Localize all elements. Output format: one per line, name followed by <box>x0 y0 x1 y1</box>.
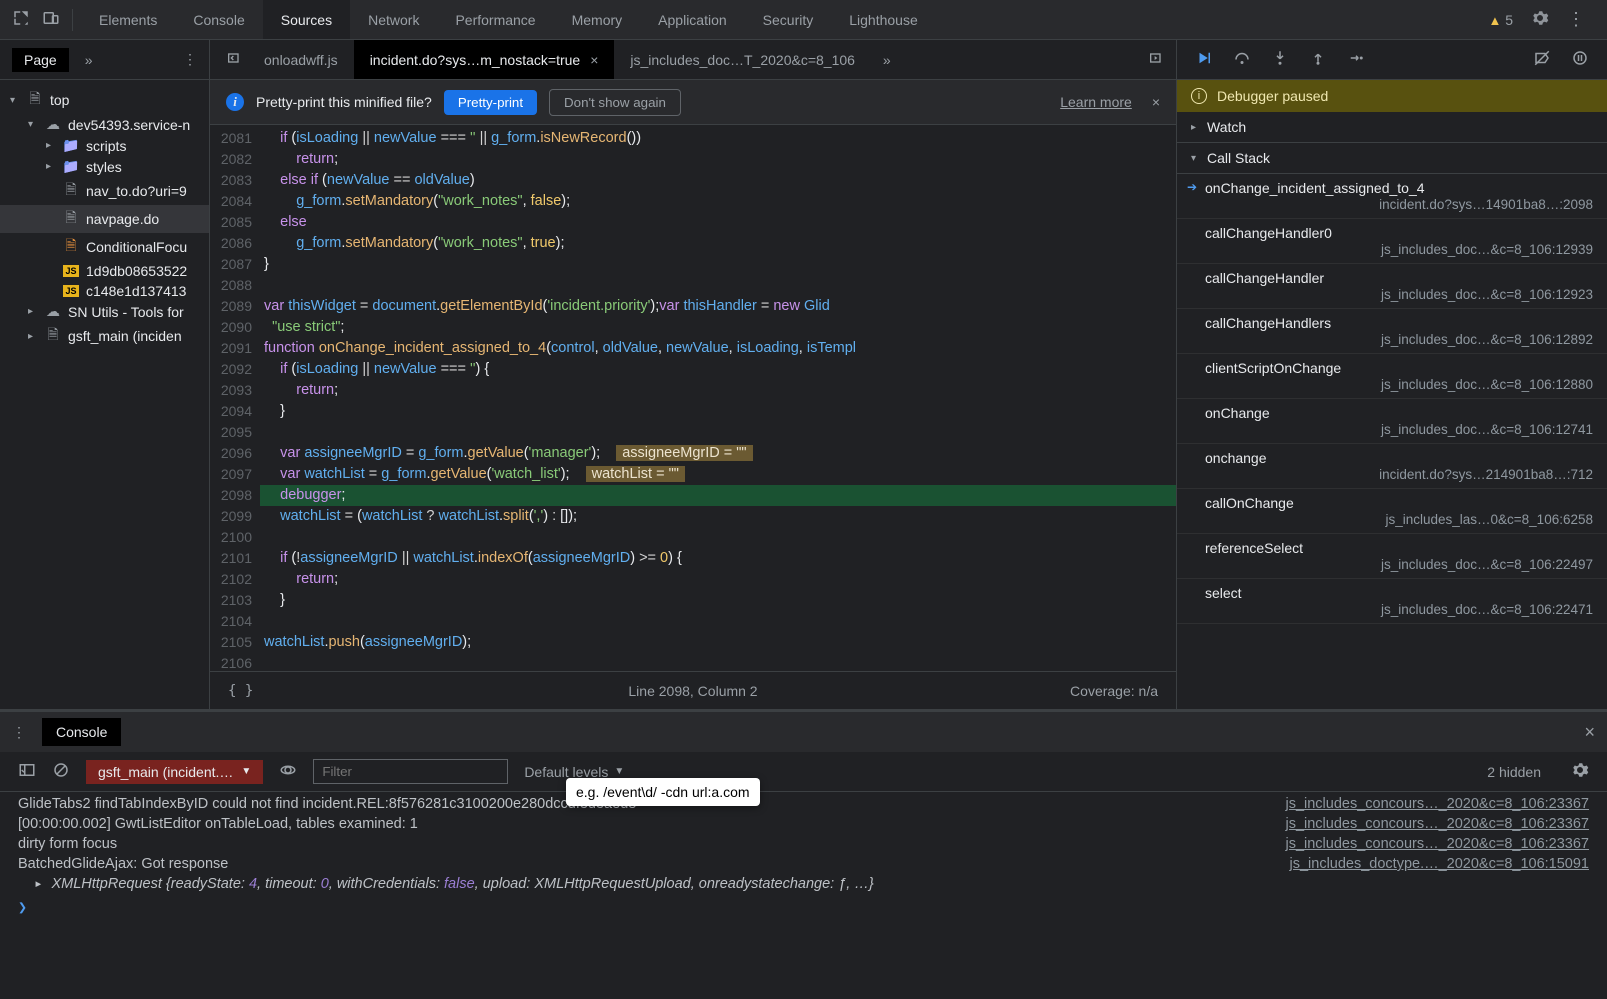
console-log-row[interactable]: dirty form focusjs_includes_concours…_20… <box>0 834 1607 854</box>
navigator-tree[interactable]: ▾top▾dev54393.service-n▸scripts▸stylesna… <box>0 80 210 709</box>
pretty-msg: Pretty-print this minified file? <box>256 94 432 110</box>
live-expression-icon[interactable] <box>279 761 297 782</box>
context-selector[interactable]: gsft_main (incident.… ▼ <box>86 760 263 784</box>
pause-exceptions-icon[interactable] <box>1571 49 1589 70</box>
file-tab[interactable]: onloadwff.js <box>248 40 354 79</box>
tree-item[interactable]: ConditionalFocu <box>0 233 209 261</box>
learn-more-link[interactable]: Learn more <box>1060 94 1132 110</box>
line-gutter[interactable]: 2081208220832084208520862087208820892090… <box>210 125 260 671</box>
nav-back-icon[interactable] <box>226 50 242 69</box>
tree-item[interactable]: 1d9db08653522 <box>0 261 209 281</box>
console-settings-icon[interactable] <box>1571 761 1589 782</box>
panel-tab-lighthouse[interactable]: Lighthouse <box>831 0 936 39</box>
console-filter-input[interactable] <box>313 759 508 784</box>
debugger-sidebar: i Debugger paused ▸Watch ▾Call Stack onC… <box>1177 80 1607 709</box>
device-toggle-icon[interactable] <box>42 9 60 30</box>
panel-tab-memory[interactable]: Memory <box>554 0 641 39</box>
devtools-top-bar: ElementsConsoleSourcesNetworkPerformance… <box>0 0 1607 40</box>
pretty-print-bar: i Pretty-print this minified file? Prett… <box>210 80 1176 125</box>
console-prompt[interactable]: ❯ <box>0 894 1607 920</box>
panel-tab-performance[interactable]: Performance <box>437 0 553 39</box>
console-log-row[interactable]: GlideTabs2 findTabIndexByID could not fi… <box>0 794 1607 814</box>
panel-tab-application[interactable]: Application <box>640 0 745 39</box>
format-icon[interactable]: { } <box>228 683 253 699</box>
stack-frame[interactable]: callChangeHandlersjs_includes_doc…&c=8_1… <box>1177 309 1607 354</box>
stack-frame[interactable]: selectjs_includes_doc…&c=8_106:22471 <box>1177 579 1607 624</box>
resume-icon[interactable] <box>1195 49 1213 70</box>
clear-console-icon[interactable] <box>52 761 70 782</box>
tree-item[interactable]: navpage.do <box>0 205 209 233</box>
stack-frame[interactable]: onChange_incident_assigned_to_4incident.… <box>1177 174 1607 219</box>
stack-frame[interactable]: onChangejs_includes_doc…&c=8_106:12741 <box>1177 399 1607 444</box>
page-tab[interactable]: Page <box>12 48 69 72</box>
coverage-label: Coverage: n/a <box>1070 683 1158 699</box>
tree-item[interactable]: ▾top <box>0 86 209 114</box>
panel-tab-console[interactable]: Console <box>175 0 262 39</box>
callstack-section[interactable]: ▾Call Stack <box>1177 143 1607 174</box>
console-tab[interactable]: Console <box>42 718 121 746</box>
more-tabs-icon[interactable]: » <box>883 52 891 68</box>
close-drawer-icon[interactable]: × <box>1584 722 1595 743</box>
deactivate-bp-icon[interactable] <box>1533 49 1551 70</box>
code-content[interactable]: if (isLoading || newValue === '' || g_fo… <box>260 125 1176 671</box>
console-sidebar-icon[interactable] <box>18 761 36 782</box>
panel-tab-elements[interactable]: Elements <box>81 0 175 39</box>
drawer-menu-icon[interactable]: ⋮ <box>12 724 26 741</box>
debugger-paused-banner: i Debugger paused <box>1177 80 1607 112</box>
panel-tab-sources[interactable]: Sources <box>263 0 350 39</box>
watch-section[interactable]: ▸Watch <box>1177 112 1607 143</box>
step-out-icon[interactable] <box>1309 49 1327 70</box>
tree-item[interactable]: ▸scripts <box>0 135 209 156</box>
console-log-row[interactable]: [00:00:00.002] GwtListEditor onTableLoad… <box>0 814 1607 834</box>
tree-item[interactable]: ▸styles <box>0 156 209 177</box>
stack-frame[interactable]: clientScriptOnChangejs_includes_doc…&c=8… <box>1177 354 1607 399</box>
hidden-count[interactable]: 2 hidden <box>1487 764 1541 780</box>
tree-item[interactable]: ▸SN Utils - Tools for <box>0 301 209 322</box>
stack-frame[interactable]: callChangeHandler0js_includes_doc…&c=8_1… <box>1177 219 1607 264</box>
inspect-icon[interactable] <box>12 9 30 30</box>
file-tab[interactable]: incident.do?sys…m_nostack=true× <box>354 40 615 79</box>
file-tab[interactable]: js_includes_doc…T_2020&c=8_106 <box>614 40 871 79</box>
filter-tooltip: e.g. /event\d/ -cdn url:a.com <box>566 778 760 806</box>
panel-tab-security[interactable]: Security <box>745 0 832 39</box>
warnings-indicator[interactable]: ▲ 5 <box>1488 12 1513 28</box>
step-icon[interactable] <box>1347 49 1365 70</box>
dont-show-button[interactable]: Don't show again <box>549 89 681 116</box>
source-editor: i Pretty-print this minified file? Prett… <box>210 80 1177 709</box>
step-into-icon[interactable] <box>1271 49 1289 70</box>
step-over-icon[interactable] <box>1233 49 1251 70</box>
tree-item[interactable]: c148e1d137413 <box>0 281 209 301</box>
pretty-print-button[interactable]: Pretty-print <box>444 90 537 115</box>
more-icon[interactable]: ⋮ <box>1567 9 1585 30</box>
tree-item[interactable]: nav_to.do?uri=9 <box>0 177 209 205</box>
run-snippet-icon[interactable] <box>1148 50 1164 69</box>
console-log-row[interactable]: BatchedGlideAjax: Got responsejs_include… <box>0 854 1607 874</box>
close-bar-icon[interactable]: × <box>1152 94 1160 110</box>
cursor-position: Line 2098, Column 2 <box>628 683 757 699</box>
console-object-row[interactable]: ▸ XMLHttpRequest {readyState: 4, timeout… <box>0 874 1607 894</box>
info-icon: i <box>1191 88 1207 104</box>
stack-frame[interactable]: onchangeincident.do?sys…214901ba8…:712 <box>1177 444 1607 489</box>
console-drawer: ⋮ Console × gsft_main (incident.… ▼ Defa… <box>0 709 1607 999</box>
settings-gear-icon[interactable] <box>1531 9 1549 30</box>
stack-frame[interactable]: referenceSelectjs_includes_doc…&c=8_106:… <box>1177 534 1607 579</box>
tree-item[interactable]: ▸gsft_main (inciden <box>0 322 209 350</box>
stack-frame[interactable]: callOnChangejs_includes_las…0&c=8_106:62… <box>1177 489 1607 534</box>
more-nav-icon[interactable]: » <box>85 52 93 68</box>
close-tab-icon[interactable]: × <box>590 52 598 68</box>
info-icon: i <box>226 93 244 111</box>
panel-tab-network[interactable]: Network <box>350 0 437 39</box>
page-menu-icon[interactable]: ⋮ <box>183 51 197 68</box>
stack-frame[interactable]: callChangeHandlerjs_includes_doc…&c=8_10… <box>1177 264 1607 309</box>
debugger-controls <box>1177 40 1607 79</box>
tree-item[interactable]: ▾dev54393.service-n <box>0 114 209 135</box>
sources-toolbar: Page » ⋮ onloadwff.jsincident.do?sys…m_n… <box>0 40 1607 80</box>
editor-status-bar: { } Line 2098, Column 2 Coverage: n/a <box>210 671 1176 709</box>
